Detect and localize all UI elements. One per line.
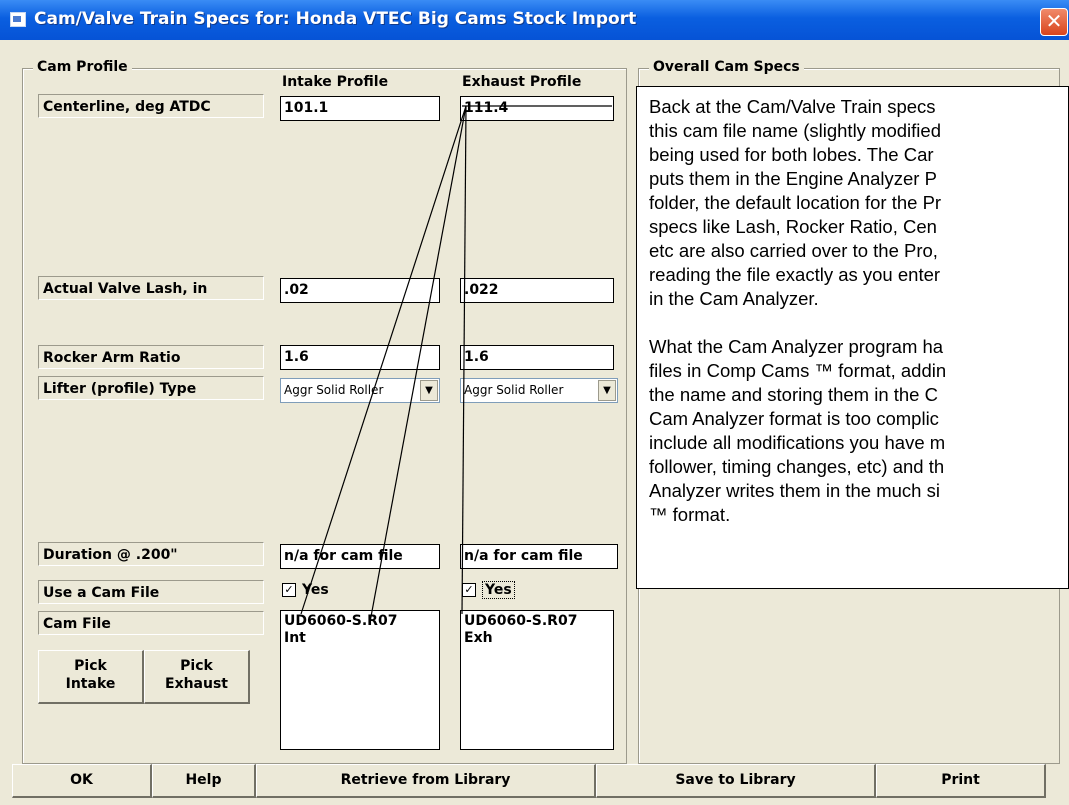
note-line: What the Cam Analyzer program ha — [649, 336, 944, 357]
note-line: etc are also carried over to the Pro, — [649, 240, 938, 261]
annotation-line — [300, 105, 467, 615]
annotation-line — [369, 105, 467, 623]
retrieve-button-label: Retrieve from Library — [340, 772, 511, 788]
note-line: in the Cam Analyzer. — [649, 288, 819, 309]
note-line: being used for both lobes. The Car — [649, 144, 934, 165]
save-to-library-button[interactable]: Save to Library — [596, 764, 876, 798]
note-line: Analyzer writes them in the much si — [649, 480, 940, 501]
help-button-label: Help — [185, 772, 222, 788]
note-paragraph-2: What the Cam Analyzer program ha files i… — [649, 335, 1058, 527]
note-line: files in Comp Cams ™ format, addin — [649, 360, 947, 381]
note-line: puts them in the Engine Analyzer P — [649, 168, 937, 189]
note-line: include all modifications you have m — [649, 432, 946, 453]
note-line: this cam file name (slightly modified — [649, 120, 941, 141]
note-line: the name and storing them in the C — [649, 384, 938, 405]
print-button-label: Print — [941, 772, 980, 788]
note-line: specs like Lash, Rocker Ratio, Cen — [649, 216, 937, 237]
note-line: Back at the Cam/Valve Train specs — [649, 96, 936, 117]
retrieve-from-library-button[interactable]: Retrieve from Library — [256, 764, 596, 798]
annotation-line — [461, 105, 467, 615]
note-paragraph-1: Back at the Cam/Valve Train specs this c… — [649, 95, 1058, 311]
print-button[interactable]: Print — [876, 764, 1046, 798]
ok-button[interactable]: OK — [12, 764, 152, 798]
note-line: follower, timing changes, etc) and th — [649, 456, 945, 477]
annotation-note: Back at the Cam/Valve Train specs this c… — [636, 86, 1069, 589]
note-line: reading the file exactly as you enter — [649, 264, 941, 285]
note-line: ™ format. — [649, 504, 731, 525]
note-line: folder, the default location for the Pr — [649, 192, 942, 213]
note-line: Cam Analyzer format is too complic — [649, 408, 939, 429]
save-button-label: Save to Library — [675, 772, 796, 788]
help-button[interactable]: Help — [152, 764, 256, 798]
ok-button-label: OK — [70, 772, 93, 788]
